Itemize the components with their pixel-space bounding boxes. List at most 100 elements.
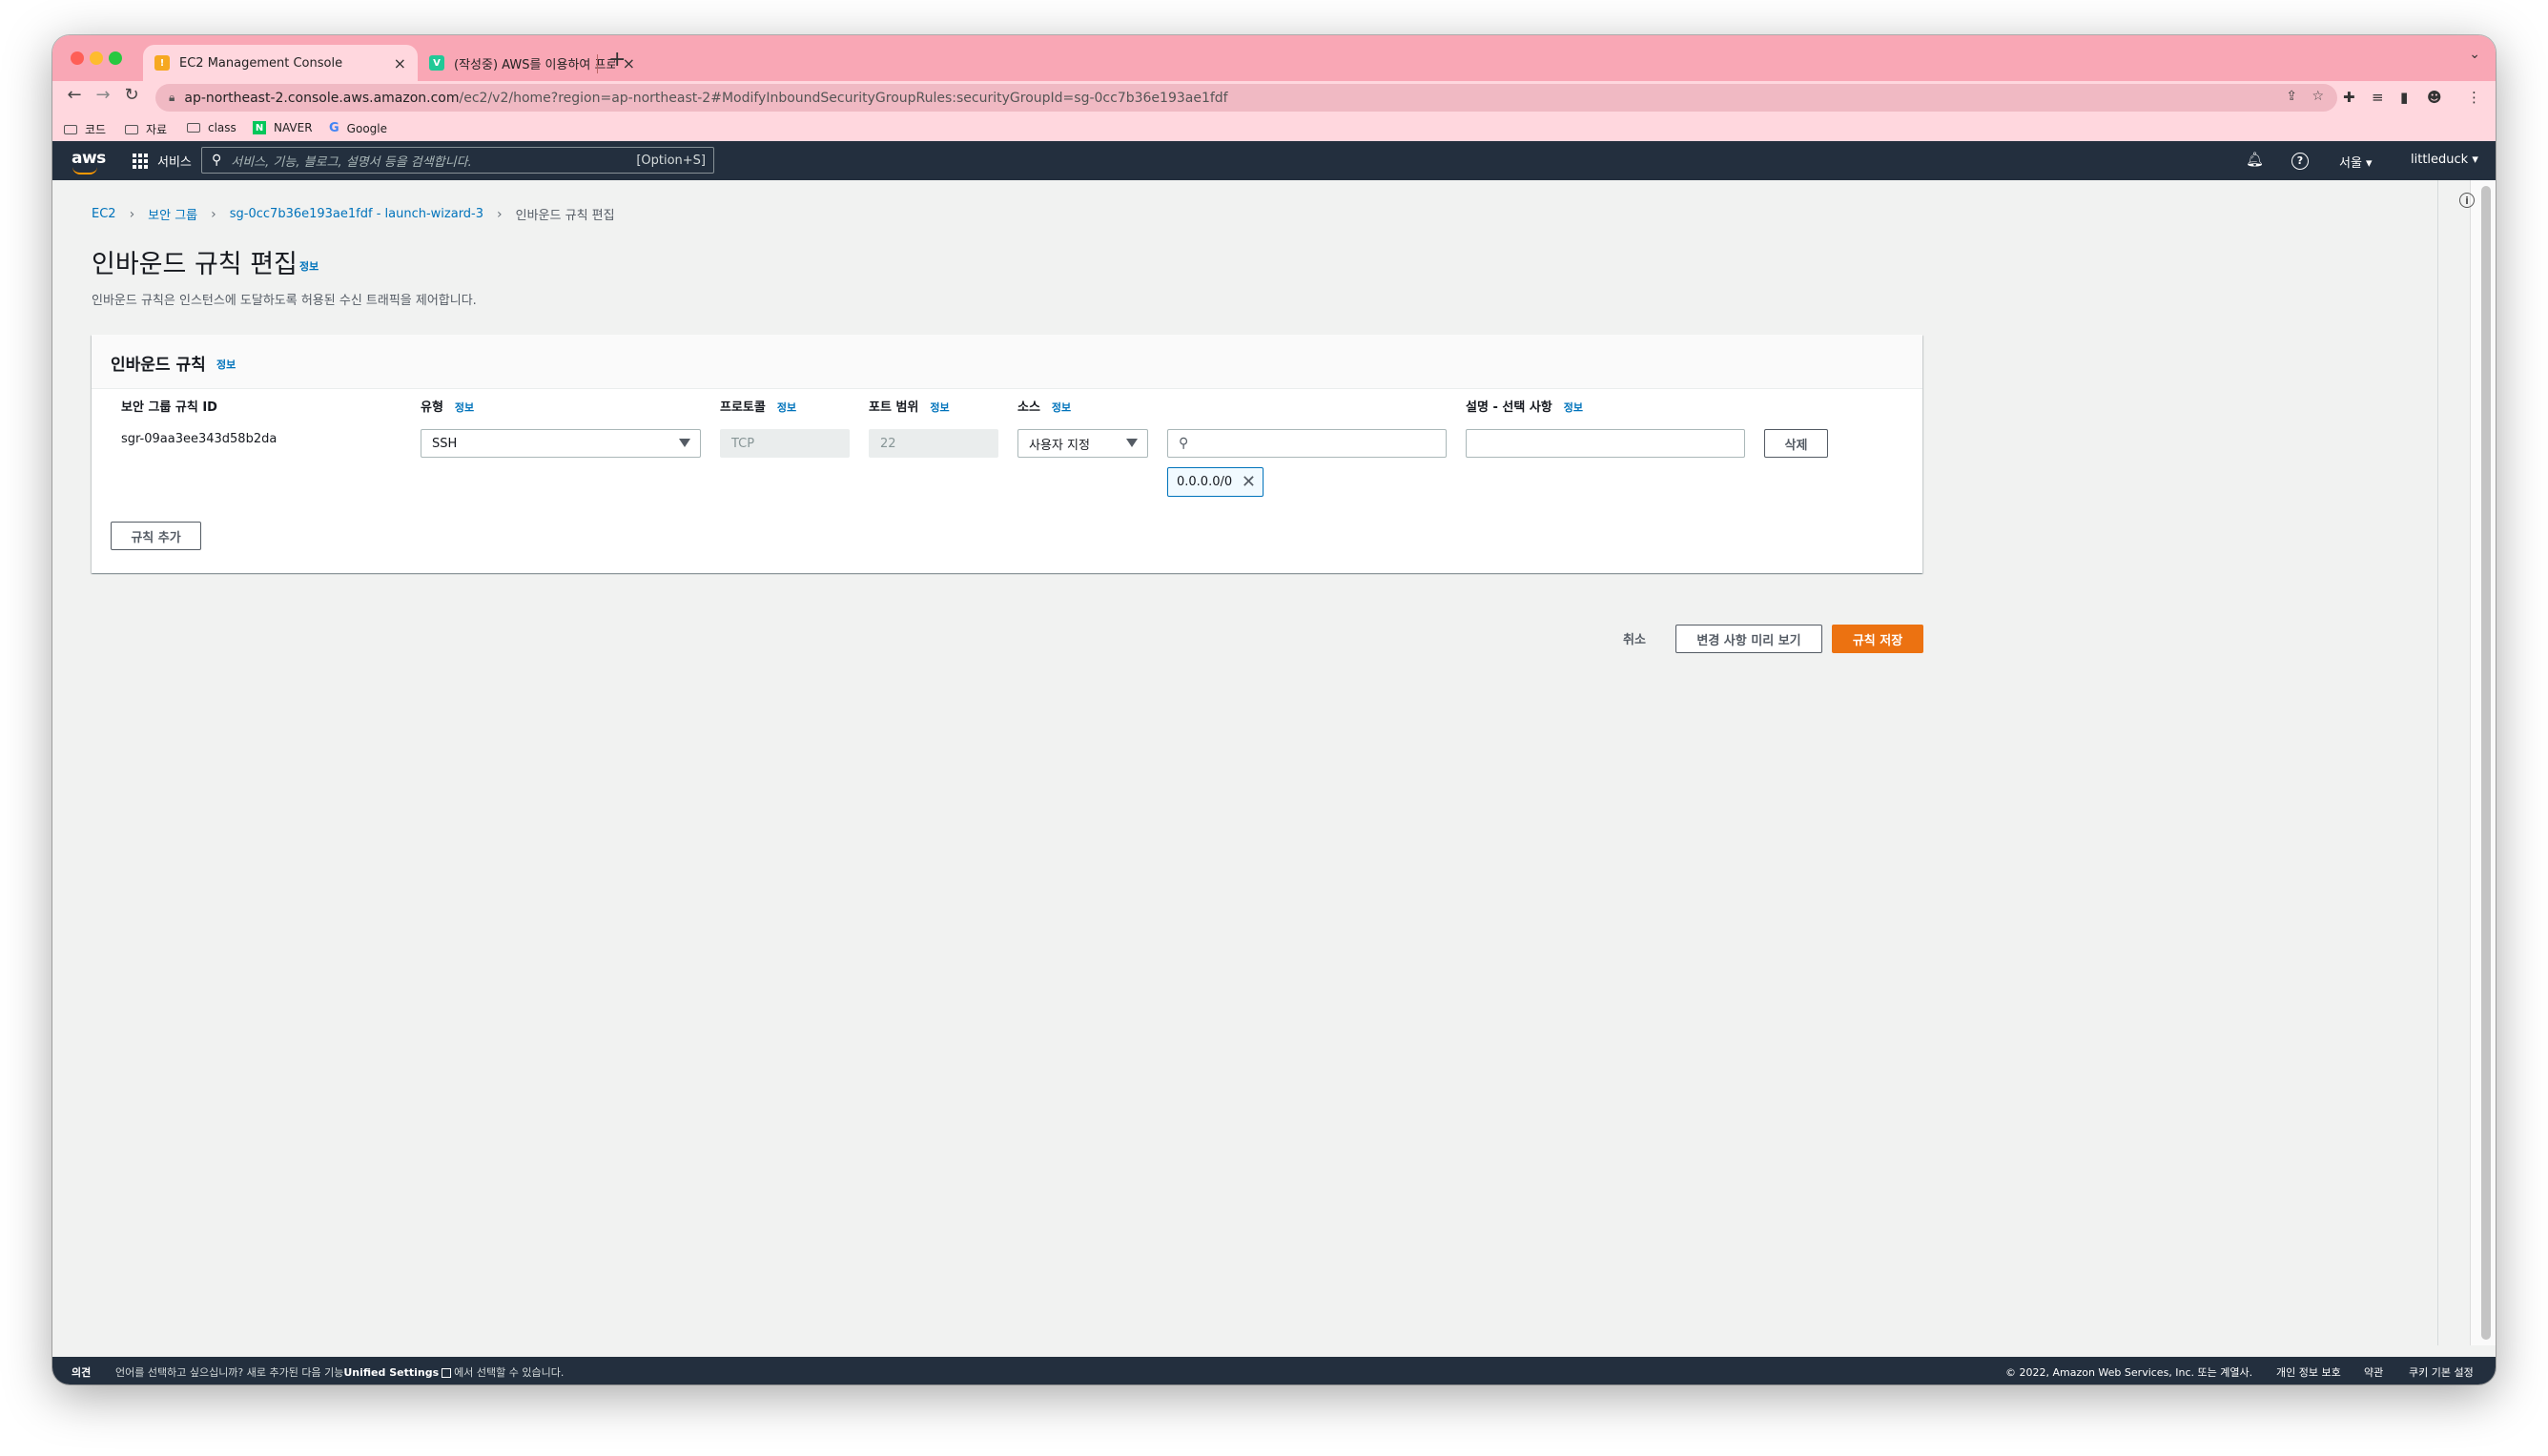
type-select[interactable]: SSH xyxy=(421,429,701,458)
browser-chrome: ! EC2 Management Console × V (작성중) AWS를 … xyxy=(52,35,2496,141)
folder-icon xyxy=(125,124,138,134)
delete-rule-button[interactable]: 삭제 xyxy=(1764,429,1828,458)
remove-token-icon[interactable]: ✕ xyxy=(1242,472,1256,492)
panel-header: 인바운드 규칙 정보 xyxy=(92,335,1922,389)
bookmark-label: Google xyxy=(346,121,387,135)
column-label: 포트 범위 xyxy=(869,400,919,415)
bookmark-star-icon[interactable]: ☆ xyxy=(2312,89,2324,104)
breadcrumb-ec2[interactable]: EC2 xyxy=(92,207,116,221)
bookmark-item[interactable]: N NAVER xyxy=(253,121,313,134)
aws-top-nav: aws 서비스 ⚲ 서비스, 기능, 블로그, 설명서 등을 검색합니다. [O… xyxy=(52,141,2496,180)
help-icon[interactable]: ? xyxy=(2291,153,2309,170)
panel-title: 인바운드 규칙 xyxy=(111,356,206,375)
services-label: 서비스 xyxy=(157,155,192,170)
new-tab-button[interactable]: + xyxy=(608,48,626,72)
protocol-field: TCP xyxy=(720,429,850,458)
source-info-link[interactable]: 정보 xyxy=(1052,401,1071,414)
column-header-port: 포트 범위 정보 xyxy=(869,397,950,415)
caret-down-icon xyxy=(679,439,690,447)
aws-logo-text: aws xyxy=(72,149,106,168)
share-icon[interactable]: ⇪ xyxy=(2286,89,2297,104)
extensions-puzzle-icon[interactable]: ✚ xyxy=(2343,89,2355,106)
column-header-source: 소스 정보 xyxy=(1017,397,1071,415)
privacy-link[interactable]: 개인 정보 보호 xyxy=(2276,1364,2341,1380)
info-panel-icon[interactable]: i xyxy=(2459,193,2475,208)
region-selector[interactable]: 서울 ▾ xyxy=(2339,153,2373,171)
bell-icon[interactable]: 🔔︎ xyxy=(2246,151,2264,168)
description-info-link[interactable]: 정보 xyxy=(1564,401,1583,414)
page-info-link[interactable]: 정보 xyxy=(299,258,318,274)
port-info-link[interactable]: 정보 xyxy=(930,401,949,414)
bookmark-label: NAVER xyxy=(274,121,313,134)
aws-search-input[interactable]: ⚲ 서비스, 기능, 블로그, 설명서 등을 검색합니다. [Option+S] xyxy=(201,147,714,174)
terms-link[interactable]: 약관 xyxy=(2364,1364,2383,1380)
account-menu[interactable]: littleduck ▾ xyxy=(2411,153,2478,167)
back-arrow-icon[interactable]: ← xyxy=(62,85,87,105)
protocol-info-link[interactable]: 정보 xyxy=(777,401,796,414)
column-header-rule-id: 보안 그룹 규칙 ID xyxy=(121,397,217,415)
port-range-field: 22 xyxy=(869,429,998,458)
reload-icon[interactable]: ↻ xyxy=(119,85,144,105)
preview-changes-button[interactable]: 변경 사항 미리 보기 xyxy=(1675,625,1822,653)
close-tab-icon[interactable]: × xyxy=(394,54,406,72)
side-panel-icon[interactable]: ▮ xyxy=(2400,89,2408,106)
services-menu-button[interactable]: 서비스 xyxy=(133,152,192,170)
source-type-select[interactable]: 사용자 지정 xyxy=(1017,429,1148,458)
profile-avatar-icon[interactable]: ☻ xyxy=(2427,89,2442,106)
browser-toolbar: ← → ↻ 🔒︎ ap-northeast-2.console.aws.amaz… xyxy=(52,81,2496,115)
breadcrumb-chevron-icon: › xyxy=(211,206,216,222)
type-select-value: SSH xyxy=(432,436,458,451)
column-label: 설명 - 선택 사항 xyxy=(1466,400,1552,415)
source-type-value: 사용자 지정 xyxy=(1029,438,1090,453)
address-bar[interactable]: 🔒︎ ap-northeast-2.console.aws.amazon.com… xyxy=(155,84,2337,112)
save-rules-button[interactable]: 규칙 저장 xyxy=(1832,625,1923,653)
url-path: /ec2/v2/home?region=ap-northeast-2#Modif… xyxy=(459,90,1228,106)
column-header-type: 유형 정보 xyxy=(421,397,474,415)
tab-strip: ! EC2 Management Console × V (작성중) AWS를 … xyxy=(52,35,2496,81)
tab-title: EC2 Management Console xyxy=(179,55,343,71)
type-info-link[interactable]: 정보 xyxy=(455,401,474,414)
breadcrumb-security-group[interactable]: sg-0cc7b36e193ae1fdf - launch-wizard-3 xyxy=(230,207,483,221)
column-header-description: 설명 - 선택 사항 정보 xyxy=(1466,397,1583,415)
column-header-protocol: 프로토콜 정보 xyxy=(720,397,796,415)
console-footer: 의견 언어를 선택하고 싶으십니까? 새로 추가된 다음 기능Unified S… xyxy=(52,1357,2496,1384)
tab-ec2-console[interactable]: ! EC2 Management Console × xyxy=(143,45,418,81)
bookmark-item[interactable]: G Google xyxy=(329,121,387,135)
close-window-button[interactable] xyxy=(71,51,84,65)
column-label: 프로토콜 xyxy=(720,400,766,415)
source-token-label: 0.0.0.0/0 xyxy=(1177,475,1233,489)
cookie-preferences-link[interactable]: 쿠키 기본 설정 xyxy=(2409,1364,2474,1380)
breadcrumb: EC2 › 보안 그룹 › sg-0cc7b36e193ae1fdf - lau… xyxy=(92,205,615,224)
naver-icon: N xyxy=(253,121,266,134)
bookmark-item[interactable]: class xyxy=(187,121,236,134)
column-label: 보안 그룹 규칙 ID xyxy=(121,400,217,415)
aws-logo[interactable]: aws xyxy=(72,149,106,174)
browser-menu-icon[interactable]: ⋮ xyxy=(2467,89,2481,106)
footer-message: 언어를 선택하고 싶으십니까? 새로 추가된 다음 기능Unified Sett… xyxy=(115,1364,564,1380)
search-shortcut: [Option+S] xyxy=(636,153,706,168)
feedback-link[interactable]: 의견 xyxy=(72,1364,91,1380)
aws-smile-icon xyxy=(72,167,97,174)
breadcrumb-security-groups[interactable]: 보안 그룹 xyxy=(148,205,197,223)
bookmark-item[interactable]: 코드 xyxy=(64,121,106,137)
panel-info-link[interactable]: 정보 xyxy=(216,357,236,372)
tab-search-chevron-icon[interactable]: ⌄ xyxy=(2469,47,2480,62)
source-search-input[interactable]: ⚲ xyxy=(1167,429,1447,458)
scrollbar-thumb[interactable] xyxy=(2481,186,2491,1340)
bookmark-item[interactable]: 자료 xyxy=(125,121,167,137)
forward-arrow-icon[interactable]: → xyxy=(91,85,115,105)
google-icon: G xyxy=(329,121,339,135)
reading-list-icon[interactable]: ≡ xyxy=(2372,89,2384,106)
add-rule-button[interactable]: 규칙 추가 xyxy=(111,522,201,550)
breadcrumb-chevron-icon: › xyxy=(129,206,135,222)
minimize-window-button[interactable] xyxy=(90,51,103,65)
description-input[interactable] xyxy=(1466,429,1745,458)
tab-title: (작성중) AWS를 이용하여 프로젝트 xyxy=(454,57,615,72)
unified-settings-link[interactable]: Unified Settings xyxy=(343,1366,439,1379)
grid-icon xyxy=(133,153,148,169)
cancel-button[interactable]: 취소 xyxy=(1623,629,1646,647)
lock-icon: 🔒︎ xyxy=(169,91,175,104)
tab-separator xyxy=(597,54,598,73)
maximize-window-button[interactable] xyxy=(109,51,122,65)
search-placeholder: 서비스, 기능, 블로그, 설명서 등을 검색합니다. xyxy=(231,154,472,170)
